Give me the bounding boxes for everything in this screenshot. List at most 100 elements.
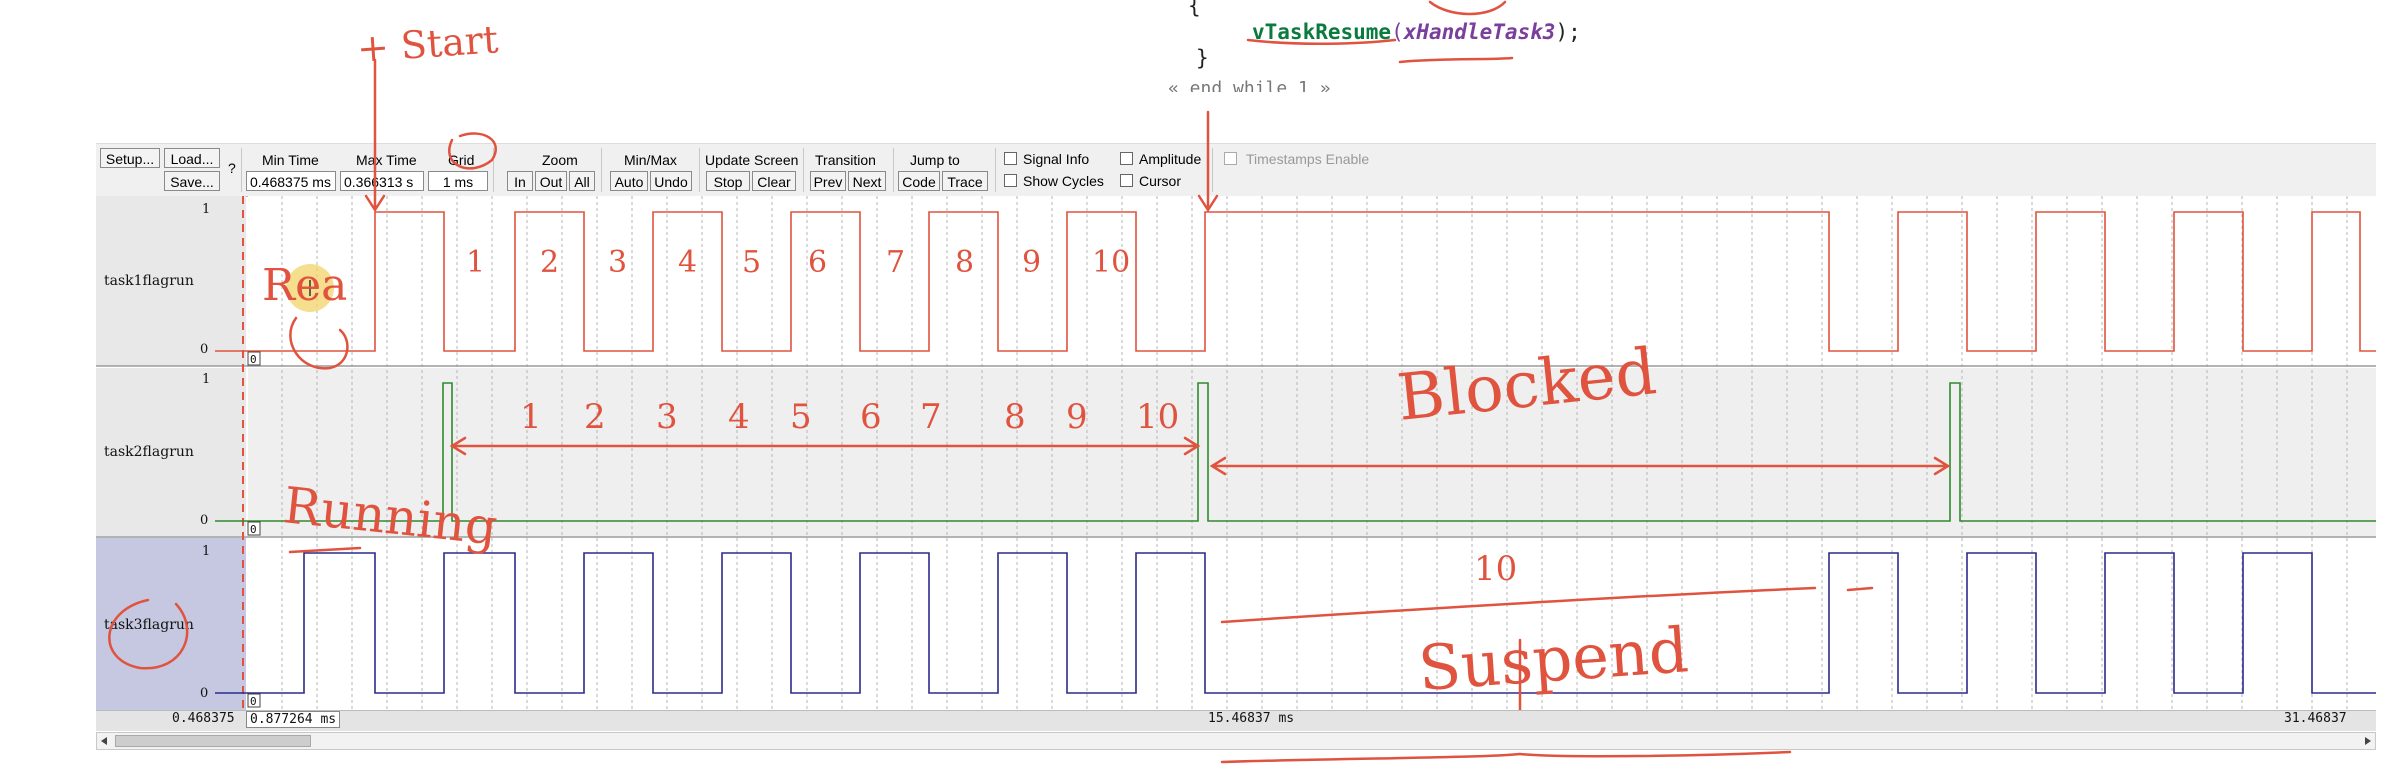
toolbar-separator xyxy=(493,148,494,192)
task1-axis-max: 1 xyxy=(202,202,211,217)
max-time-label: Max Time xyxy=(356,152,417,168)
jump-trace-button[interactable]: Trace xyxy=(942,171,988,191)
signal-info-checkbox[interactable] xyxy=(1004,152,1017,165)
code-close-paren: ); xyxy=(1555,20,1581,44)
cursor-checkbox[interactable] xyxy=(1120,174,1133,187)
code-open-brace: { xyxy=(1188,0,1201,18)
task2-count-annotation: 6 xyxy=(860,397,882,437)
crosshair-cursor-icon xyxy=(302,280,318,296)
transition-prev-button[interactable]: Prev xyxy=(810,171,846,191)
update-stop-button[interactable]: Stop xyxy=(706,171,750,191)
toolbar-separator xyxy=(241,148,242,192)
suspend-line xyxy=(1220,586,1817,624)
annotation-start: + Start xyxy=(356,17,500,71)
annotation-ready: Rea xyxy=(262,260,347,311)
grid-lines xyxy=(281,196,2348,710)
task1-count-annotation: 10 xyxy=(1092,245,1130,280)
load-button[interactable]: Load... xyxy=(164,148,220,168)
task1-marker-zero: 0 xyxy=(250,353,257,366)
task2-marker-box xyxy=(247,521,261,536)
toolbar-separator xyxy=(893,148,894,192)
timestamps-checkbox[interactable] xyxy=(1224,152,1237,165)
code-call-line: vTaskResume(xHandleTask3); xyxy=(1252,20,1581,44)
task1-lane-bg xyxy=(248,196,2376,366)
minmax-undo-button[interactable]: Undo xyxy=(650,171,692,191)
scroll-left-arrow-icon[interactable] xyxy=(101,737,107,745)
task1-count-annotation: 5 xyxy=(742,245,761,280)
task2-axis-min: 0 xyxy=(200,513,209,528)
transition-label: Transition xyxy=(815,152,876,168)
toolbar-separator xyxy=(601,148,602,192)
ready-circle xyxy=(289,316,349,370)
annotation-blocked: Blocked xyxy=(1394,335,1660,436)
task2-lane-bg xyxy=(248,368,2376,536)
code-argument: xHandleTask3 xyxy=(1403,20,1556,44)
signal-name-task3: task3flagrun xyxy=(104,617,194,633)
task2-marker-zero: 0 xyxy=(250,523,257,536)
code-comment: « end while 1 » xyxy=(1168,78,1331,92)
task2-count-annotation: 9 xyxy=(1066,397,1088,437)
update-clear-button[interactable]: Clear xyxy=(752,171,796,191)
task1-count-annotation: 1 xyxy=(466,245,485,280)
waveform-canvas[interactable]: 0 0 0 + StartReaRunningBlockedSuspend101… xyxy=(0,0,2400,771)
jump-code-button[interactable]: Code xyxy=(898,171,940,191)
task1-axis-min: 0 xyxy=(200,342,209,357)
task2-count-annotation: 8 xyxy=(1004,397,1026,437)
task1-count-annotation: 6 xyxy=(808,245,827,280)
toolbar-separator xyxy=(699,148,700,192)
show-cycles-checkbox[interactable] xyxy=(1004,174,1017,187)
task2-waveform xyxy=(215,382,2376,522)
save-button[interactable]: Save... xyxy=(164,171,220,191)
task2-count-annotation: 4 xyxy=(728,397,750,437)
task1-count-annotation: 8 xyxy=(955,245,974,280)
task1-count-annotation: 2 xyxy=(540,245,559,280)
transition-next-button[interactable]: Next xyxy=(848,171,886,191)
time-axis-right: 31.46837 xyxy=(2284,711,2347,726)
cursor-label: Cursor xyxy=(1139,173,1182,189)
time-axis-left: 0.468375 xyxy=(172,711,235,726)
setup-button[interactable]: Setup... xyxy=(100,148,160,168)
zoom-label: Zoom xyxy=(542,152,578,168)
toolbar-separator xyxy=(803,148,804,192)
task2-running-arrow xyxy=(449,436,1201,456)
task2-count-annotation: 3 xyxy=(656,397,678,437)
scroll-right-arrow-icon[interactable] xyxy=(2365,737,2371,745)
annotation-text-layer: + StartReaRunningBlockedSuspend101 2 3 4 5 6 7… xyxy=(262,17,1691,705)
logic-analyzer-toolbar: Setup... Load... Save... ? Min Time 0.46… xyxy=(96,143,2376,197)
max-time-value: 0.366313 s xyxy=(340,171,424,191)
help-button[interactable]: ? xyxy=(228,160,236,176)
show-cycles-label: Show Cycles xyxy=(1023,173,1104,189)
bottom-brace xyxy=(1220,750,1792,764)
amplitude-checkbox[interactable] xyxy=(1120,152,1133,165)
task1-count-annotation: 7 xyxy=(886,245,905,280)
zoom-out-button[interactable]: Out xyxy=(535,171,567,191)
grid-label: Grid xyxy=(448,152,475,168)
handwritten-annotations xyxy=(108,0,1951,764)
min-time-label: Min Time xyxy=(262,152,319,168)
task1-count-annotation: 3 xyxy=(608,245,627,280)
signal-info-label: Signal Info xyxy=(1023,151,1090,167)
task2-count-annotation: 7 xyxy=(920,397,942,437)
task1-count-annotation: 4 xyxy=(678,245,697,280)
annotation-ten: 10 xyxy=(1474,549,1517,589)
zoom-all-button[interactable]: All xyxy=(569,171,595,191)
task1-count-annotation: 9 xyxy=(1022,245,1041,280)
task3-axis-max: 1 xyxy=(202,544,211,559)
suspend-dash xyxy=(1846,586,1874,592)
time-cursor-value: 0.877264 ms xyxy=(246,711,341,728)
zoom-in-button[interactable]: In xyxy=(507,171,533,191)
horizontal-scrollbar[interactable] xyxy=(96,732,2376,750)
code-highlight-arc xyxy=(1428,0,1507,16)
task3-waveform xyxy=(215,552,2376,694)
task2-count-annotation: 2 xyxy=(584,397,606,437)
task3-lane-bg xyxy=(248,538,2376,710)
running-underline xyxy=(288,546,362,554)
grid-value: 1 ms xyxy=(428,171,488,191)
code-highlight-underline xyxy=(1398,56,1514,64)
toolbar-separator xyxy=(995,148,996,192)
code-close-brace: } xyxy=(1196,46,1209,70)
minmax-auto-button[interactable]: Auto xyxy=(610,171,648,191)
scrollbar-thumb[interactable] xyxy=(115,735,311,747)
blocked-arrow xyxy=(1209,456,1951,476)
mouse-cursor-highlight xyxy=(286,264,334,312)
